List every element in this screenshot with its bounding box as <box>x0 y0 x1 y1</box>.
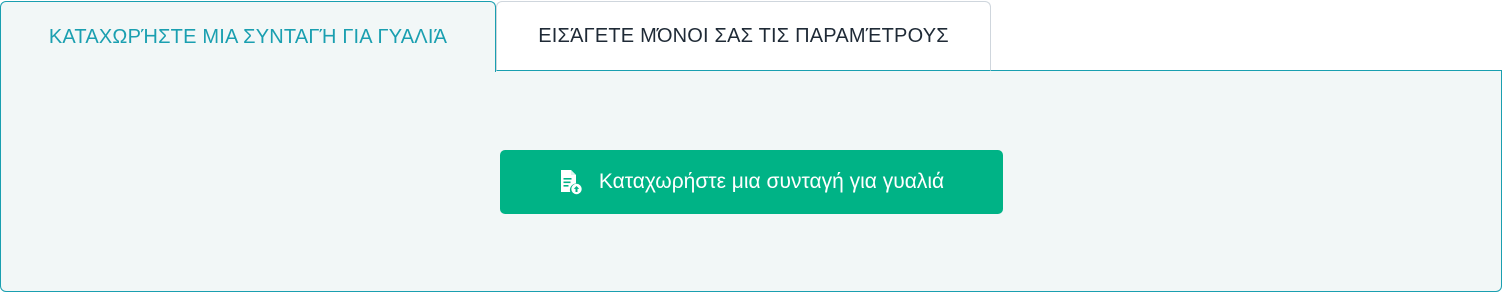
tab-enter-parameters-label: ΕΙΣΆΓΕΤΕ ΜΌΝΟΙ ΣΑΣ ΤΙΣ ΠΑΡΑΜΈΤΡΟΥΣ <box>538 24 949 47</box>
tab-enter-parameters[interactable]: ΕΙΣΆΓΕΤΕ ΜΌΝΟΙ ΣΑΣ ΤΙΣ ΠΑΡΑΜΈΤΡΟΥΣ <box>496 1 991 71</box>
prescription-input-widget: ΚΑΤΑΧΩΡΉΣΤΕ ΜΙΑ ΣΥΝΤΑΓΉ ΓΙΑ ΓΥΑΛΙΆ ΕΙΣΆΓ… <box>0 0 1504 294</box>
upload-prescription-button-label: Καταχωρήστε μια συνταγή για γυαλιά <box>598 170 945 193</box>
tab-upload-prescription-label: ΚΑΤΑΧΩΡΉΣΤΕ ΜΙΑ ΣΥΝΤΑΓΉ ΓΙΑ ΓΥΑΛΙΆ <box>48 25 448 48</box>
upload-prescription-button[interactable]: Καταχωρήστε μια συνταγή για γυαλιά <box>500 150 1003 214</box>
document-upload-icon <box>559 169 583 195</box>
tab-upload-prescription[interactable]: ΚΑΤΑΧΩΡΉΣΤΕ ΜΙΑ ΣΥΝΤΑΓΉ ΓΙΑ ΓΥΑΛΙΆ <box>0 1 496 72</box>
